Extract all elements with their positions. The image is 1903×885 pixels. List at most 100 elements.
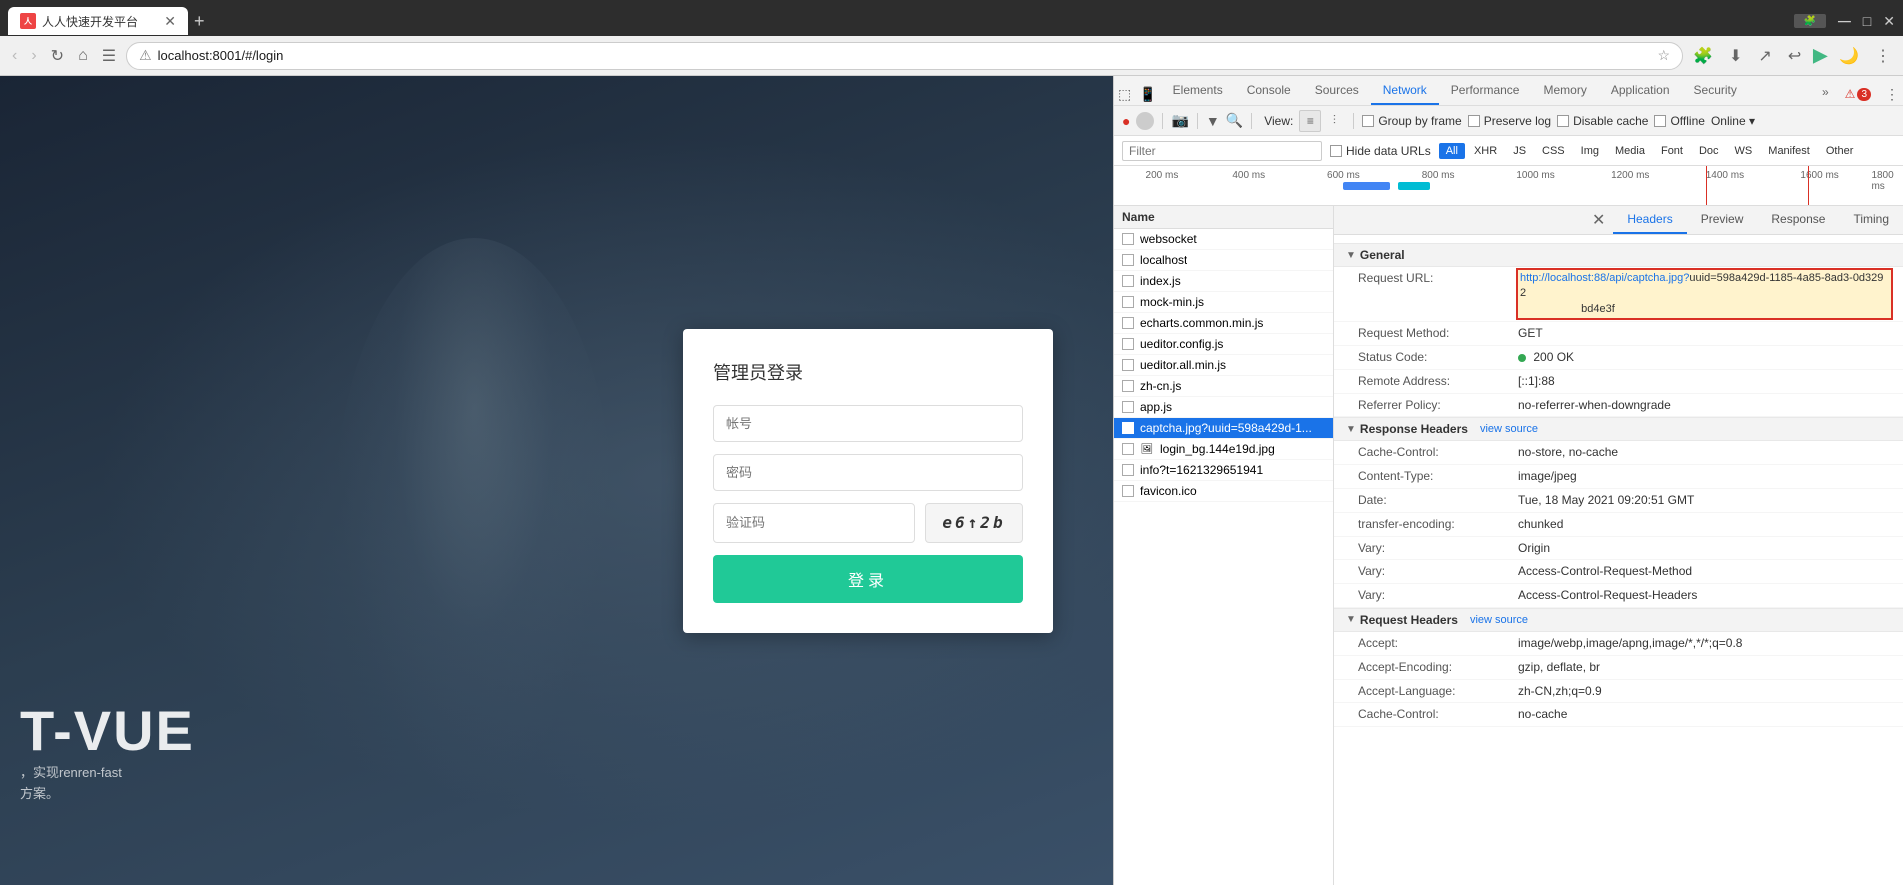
file-item-favicon[interactable]: favicon.ico: [1114, 481, 1333, 502]
detail-tab-response[interactable]: Response: [1757, 206, 1839, 234]
tab-console[interactable]: Console: [1235, 77, 1303, 105]
offline-checkbox[interactable]: [1654, 115, 1666, 127]
waterfall-view-button[interactable]: ⫶: [1323, 110, 1345, 132]
file-checkbox-localhost[interactable]: [1122, 254, 1134, 266]
password-input[interactable]: [713, 454, 1023, 491]
file-checkbox-favicon[interactable]: [1122, 485, 1134, 497]
bookmark-button[interactable]: ☰: [98, 44, 120, 68]
camera-button[interactable]: 📷: [1171, 112, 1188, 129]
maximize-button[interactable]: □: [1863, 13, 1871, 29]
file-item-mockminjs[interactable]: mock-min.js: [1114, 292, 1333, 313]
file-item-websocket[interactable]: websocket: [1114, 229, 1333, 250]
new-tab-button[interactable]: +: [194, 11, 205, 32]
filter-type-ws[interactable]: WS: [1728, 143, 1760, 159]
file-checkbox-zhcn[interactable]: [1122, 380, 1134, 392]
reload-button[interactable]: ↻: [47, 44, 68, 68]
bookmark-star-icon[interactable]: ☆: [1658, 47, 1671, 64]
file-item-localhost[interactable]: localhost: [1114, 250, 1333, 271]
share-icon[interactable]: ↗: [1754, 44, 1775, 68]
file-item-echarts[interactable]: echarts.common.min.js: [1114, 313, 1333, 334]
back-button[interactable]: ‹: [8, 45, 21, 67]
file-item-ueditorconfig[interactable]: ueditor.config.js: [1114, 334, 1333, 355]
file-checkbox-loginbg[interactable]: [1122, 443, 1134, 455]
tab-network[interactable]: Network: [1371, 77, 1439, 105]
detail-tab-preview[interactable]: Preview: [1687, 206, 1758, 234]
filter-type-other[interactable]: Other: [1819, 143, 1861, 159]
request-headers-view-source[interactable]: view source: [1470, 614, 1528, 626]
minimize-button[interactable]: ─: [1838, 11, 1851, 32]
file-item-loginbg[interactable]: 🖼 login_bg.144e19d.jpg: [1114, 439, 1333, 460]
close-detail-button[interactable]: ✕: [1584, 206, 1613, 234]
devtools-device-button[interactable]: 📱: [1135, 84, 1160, 105]
forward-button[interactable]: ›: [27, 45, 40, 67]
filter-type-manifest[interactable]: Manifest: [1761, 143, 1817, 159]
file-checkbox-echarts[interactable]: [1122, 317, 1134, 329]
file-item-appjs[interactable]: app.js: [1114, 397, 1333, 418]
history-back-icon[interactable]: ↩: [1784, 44, 1805, 68]
username-input[interactable]: [713, 405, 1023, 442]
search-icon[interactable]: 🔍: [1226, 112, 1243, 129]
vue-devtools-icon[interactable]: ▶: [1813, 45, 1827, 66]
login-button[interactable]: 登录: [713, 555, 1023, 603]
file-checkbox-captcha[interactable]: [1122, 422, 1134, 434]
file-item-ueditorall[interactable]: ueditor.all.min.js: [1114, 355, 1333, 376]
preserve-log-checkbox[interactable]: [1468, 115, 1480, 127]
hide-data-urls-checkbox[interactable]: [1330, 145, 1342, 157]
file-item-zhcn[interactable]: zh-cn.js: [1114, 376, 1333, 397]
filter-type-css[interactable]: CSS: [1535, 143, 1572, 159]
request-headers-section[interactable]: ▼ Request Headers view source: [1334, 608, 1903, 632]
more-tabs-button[interactable]: »: [1814, 79, 1837, 105]
extensions-icon[interactable]: 🧩: [1794, 14, 1826, 28]
filter-type-doc[interactable]: Doc: [1692, 143, 1726, 159]
devtools-settings-button[interactable]: ⋮: [1881, 84, 1903, 105]
file-checkbox-appjs[interactable]: [1122, 401, 1134, 413]
tab-performance[interactable]: Performance: [1439, 77, 1532, 105]
file-checkbox-websocket[interactable]: [1122, 233, 1134, 245]
captcha-image[interactable]: e6↑2b: [925, 503, 1023, 543]
stop-button[interactable]: [1136, 112, 1154, 130]
file-item-info[interactable]: info?t=1621329651941: [1114, 460, 1333, 481]
tab-memory[interactable]: Memory: [1531, 77, 1598, 105]
active-tab[interactable]: 人 人人快速开发平台 ✕: [8, 7, 188, 35]
file-checkbox-info[interactable]: [1122, 464, 1134, 476]
group-by-frame-checkbox[interactable]: [1362, 115, 1374, 127]
disable-cache-checkbox[interactable]: [1557, 115, 1569, 127]
close-window-button[interactable]: ✕: [1883, 13, 1895, 30]
response-headers-view-source[interactable]: view source: [1480, 423, 1538, 435]
file-item-indexjs[interactable]: index.js: [1114, 271, 1333, 292]
download-icon[interactable]: ⬇: [1725, 44, 1746, 68]
tab-security[interactable]: Security: [1682, 77, 1749, 105]
throttle-select[interactable]: Online ▾: [1711, 114, 1755, 128]
request-url-value[interactable]: http://localhost:88/api/captcha.jpg?uuid…: [1518, 270, 1891, 318]
file-checkbox-ueditorconfig[interactable]: [1122, 338, 1134, 350]
detail-tab-headers[interactable]: Headers: [1613, 206, 1686, 234]
menu-icon[interactable]: ⋮: [1871, 44, 1895, 68]
filter-icon[interactable]: ▼: [1206, 113, 1220, 129]
tab-close-button[interactable]: ✕: [164, 13, 176, 30]
filter-input[interactable]: [1122, 141, 1322, 161]
file-checkbox-indexjs[interactable]: [1122, 275, 1134, 287]
filter-type-xhr[interactable]: XHR: [1467, 143, 1504, 159]
tab-sources[interactable]: Sources: [1303, 77, 1371, 105]
record-button[interactable]: ●: [1122, 113, 1130, 129]
file-checkbox-mockminjs[interactable]: [1122, 296, 1134, 308]
captcha-input[interactable]: [713, 503, 915, 543]
filter-type-all[interactable]: All: [1439, 143, 1465, 159]
extensions-puzzle-icon[interactable]: 🧩: [1689, 44, 1717, 68]
address-bar[interactable]: ⚠ localhost:8001/#/login ☆: [126, 42, 1683, 70]
tab-application[interactable]: Application: [1599, 77, 1682, 105]
filter-type-media[interactable]: Media: [1608, 143, 1652, 159]
general-section-header[interactable]: ▼ General: [1334, 243, 1903, 267]
devtools-inspect-button[interactable]: ⬚: [1114, 84, 1135, 105]
file-item-captcha[interactable]: captcha.jpg?uuid=598a429d-1...: [1114, 418, 1333, 439]
filter-type-img[interactable]: Img: [1574, 143, 1606, 159]
list-view-button[interactable]: ≡: [1299, 110, 1321, 132]
detail-tab-timing[interactable]: Timing: [1839, 206, 1903, 234]
response-headers-section[interactable]: ▼ Response Headers view source: [1334, 417, 1903, 441]
tab-elements[interactable]: Elements: [1161, 77, 1235, 105]
night-mode-icon[interactable]: 🌙: [1835, 44, 1863, 68]
home-button[interactable]: ⌂: [74, 45, 92, 67]
file-checkbox-ueditorall[interactable]: [1122, 359, 1134, 371]
filter-type-js[interactable]: JS: [1506, 143, 1533, 159]
filter-type-font[interactable]: Font: [1654, 143, 1690, 159]
